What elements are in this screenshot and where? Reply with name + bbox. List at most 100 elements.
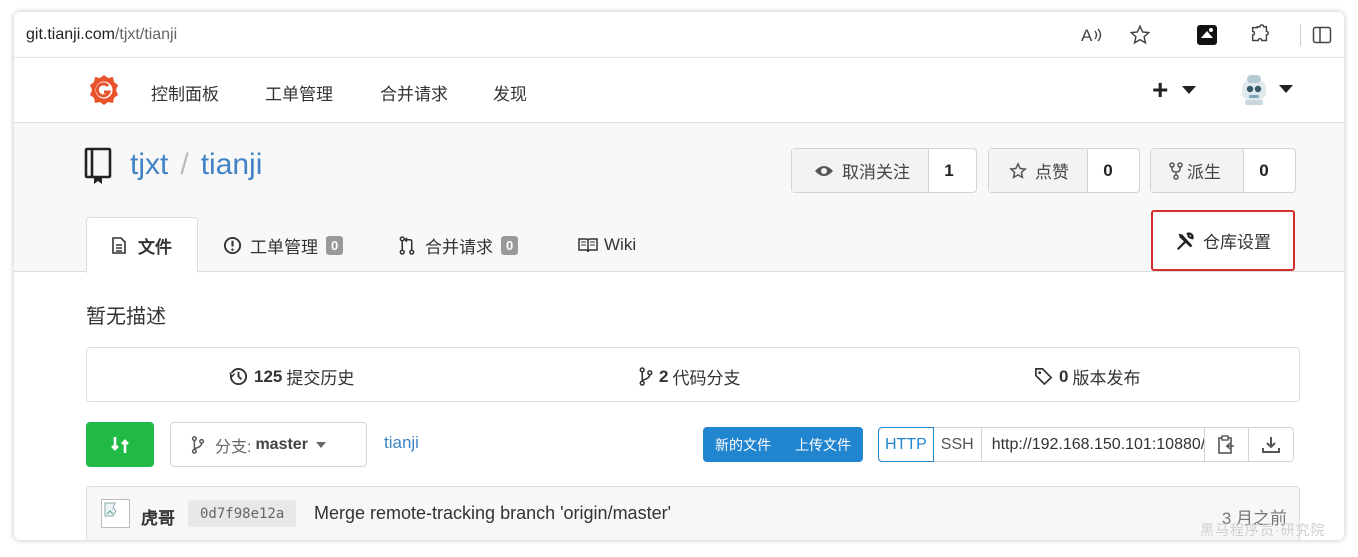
copy-clone-url-button[interactable]	[1205, 428, 1249, 461]
releases-count: 0	[1059, 366, 1069, 386]
repo-book-icon	[84, 147, 112, 184]
author-avatar[interactable]	[101, 499, 130, 528]
repo-header: tjxt / tianji 取消关注 1 点赞 0 派生 0 文件 工单管理 0…	[14, 123, 1344, 273]
history-icon	[229, 367, 248, 386]
branches-count: 2	[659, 366, 669, 386]
user-menu[interactable]	[1239, 72, 1293, 106]
releases-label: 版本发布	[1072, 369, 1141, 388]
file-text-icon	[112, 237, 126, 254]
toolbar-divider	[1300, 24, 1301, 46]
commits-label: 提交历史	[286, 369, 355, 388]
tag-icon	[1035, 368, 1053, 386]
create-menu[interactable]: +	[1152, 74, 1197, 105]
watch-label: 取消关注	[842, 163, 910, 182]
tab-issues[interactable]: 工单管理 0	[223, 217, 344, 273]
book-open-icon	[578, 238, 598, 253]
issue-opened-icon	[223, 236, 242, 254]
upload-file-button[interactable]: 上传文件	[783, 427, 863, 462]
split-screen-icon[interactable]	[1310, 23, 1334, 47]
caret-down-icon	[315, 441, 326, 448]
branch-prefix: 分支:	[215, 438, 252, 456]
path-breadcrumb-root[interactable]: tianji	[384, 433, 419, 453]
commit-author[interactable]: 虎哥	[141, 504, 175, 529]
tools-icon	[1176, 231, 1194, 250]
top-navbar: 控制面板 工单管理 合并请求 发现 +	[14, 58, 1344, 123]
commits-count: 125	[254, 366, 283, 386]
download-icon	[1261, 436, 1280, 453]
pull-request-icon	[399, 235, 415, 255]
watch-button-group: 取消关注 1	[791, 148, 977, 193]
url-host: git.tianji.com	[26, 26, 115, 43]
browser-window: git.tianji.com/tjxt/tianji A 控制面板 工单管理 合…	[14, 12, 1344, 540]
address-bar[interactable]: git.tianji.com/tjxt/tianji	[14, 18, 1174, 52]
repo-stats-bar: 125 提交历史 2 代码分支 0 版本发布	[86, 347, 1300, 402]
star-button-group: 点赞 0	[988, 148, 1140, 193]
clipboard-icon	[1218, 434, 1235, 454]
star-count[interactable]: 0	[1088, 149, 1128, 192]
watch-button[interactable]: 取消关注	[792, 149, 929, 192]
nav-pulls[interactable]: 合并请求	[380, 80, 448, 105]
compare-button[interactable]	[86, 422, 154, 467]
new-file-button[interactable]: 新的文件	[703, 427, 783, 462]
commit-message[interactable]: Merge remote-tracking branch 'origin/mas…	[314, 503, 671, 524]
gitea-logo-icon[interactable]	[88, 74, 120, 106]
releases-stat[interactable]: 0 版本发布	[1034, 364, 1140, 389]
plus-icon: +	[1152, 74, 1169, 105]
compare-icon	[111, 436, 129, 453]
chevron-down-icon	[1279, 85, 1293, 93]
watch-count[interactable]: 1	[929, 149, 969, 192]
tab-files[interactable]: 文件	[86, 217, 198, 273]
favorite-star-icon[interactable]	[1128, 23, 1152, 47]
clone-url-input[interactable]: http://192.168.150.101:10880/tjxt/tianji…	[982, 428, 1205, 461]
puzzle-icon[interactable]	[1248, 23, 1272, 47]
star-icon	[1009, 161, 1027, 179]
read-aloud-icon[interactable]: A	[1080, 23, 1104, 47]
clone-http-button[interactable]: HTTP	[878, 427, 934, 462]
nav-explore[interactable]: 发现	[493, 80, 527, 105]
tab-settings-label: 仓库设置	[1203, 233, 1271, 252]
nav-issues[interactable]: 工单管理	[265, 80, 333, 105]
tab-wiki-label: Wiki	[604, 235, 637, 254]
branch-icon	[191, 435, 205, 454]
fork-count[interactable]: 0	[1244, 149, 1284, 192]
repo-name-link[interactable]: tianji	[201, 148, 263, 182]
chevron-down-icon	[1182, 86, 1197, 94]
clone-ssh-button[interactable]: SSH	[934, 428, 982, 461]
avatar	[1242, 75, 1266, 105]
issues-count-badge: 0	[326, 235, 344, 255]
fork-label: 派生	[1187, 163, 1221, 182]
star-button[interactable]: 点赞	[989, 149, 1088, 192]
branch-icon	[639, 367, 653, 386]
branches-label: 代码分支	[672, 369, 741, 388]
tab-wiki[interactable]: Wiki	[578, 217, 636, 273]
repo-owner-link[interactable]: tjxt	[130, 148, 168, 182]
repo-tabs: 文件 工单管理 0 合并请求 0 Wiki	[14, 217, 1344, 273]
watermark: 黑马程序员·研究院	[1200, 522, 1326, 538]
repo-separator: /	[180, 148, 189, 181]
extension-icon[interactable]	[1195, 23, 1219, 47]
fork-icon	[1169, 161, 1183, 180]
repo-description: 暂无描述	[86, 306, 166, 328]
clone-panel: HTTP SSH http://192.168.150.101:10880/tj…	[878, 427, 1294, 462]
file-actions-group: 新的文件 上传文件	[703, 427, 863, 462]
tab-files-label: 文件	[138, 238, 172, 257]
commit-sha-label[interactable]: 0d7f98e12a	[188, 500, 297, 527]
branch-dropdown[interactable]: 分支: master	[170, 422, 367, 467]
branch-name: master	[255, 435, 308, 453]
tab-pulls-label: 合并请求	[425, 237, 493, 257]
repo-title: tjxt / tianji	[84, 147, 263, 184]
branches-stat[interactable]: 2 代码分支	[639, 364, 740, 389]
commits-stat[interactable]: 125 提交历史	[229, 364, 354, 389]
file-toolbar: 分支: master tianji 新的文件 上传文件 HTTP SSH htt…	[14, 422, 1344, 468]
pulls-count-badge: 0	[501, 235, 519, 255]
fork-button[interactable]: 派生	[1151, 149, 1244, 192]
star-label: 点赞	[1035, 163, 1069, 182]
nav-dashboard[interactable]: 控制面板	[151, 80, 219, 105]
broken-image-icon	[104, 502, 117, 517]
tab-settings[interactable]: 仓库设置	[1151, 210, 1295, 271]
tab-pulls[interactable]: 合并请求 0	[399, 217, 519, 273]
download-archive-button[interactable]	[1249, 428, 1293, 461]
fork-button-group: 派生 0	[1150, 148, 1296, 193]
tab-issues-label: 工单管理	[250, 237, 318, 257]
svg-text:A: A	[1081, 26, 1093, 45]
